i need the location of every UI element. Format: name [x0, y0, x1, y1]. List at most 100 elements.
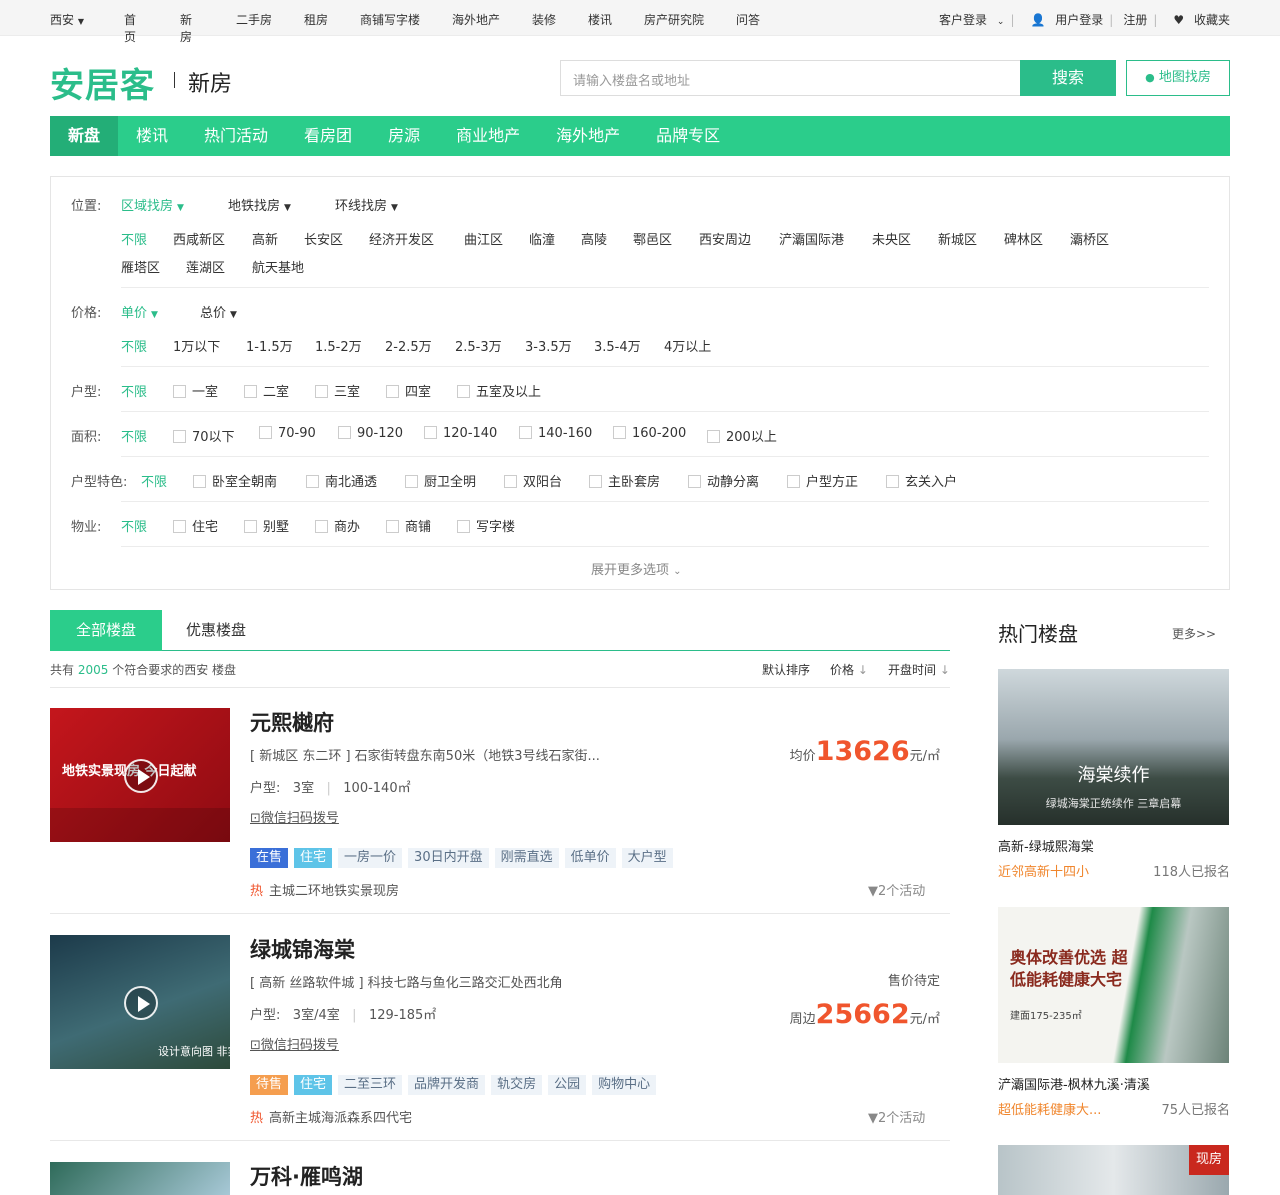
property-checkbox[interactable]: 别墅	[244, 516, 289, 535]
top-nav-home[interactable]: 首页	[124, 11, 136, 45]
district-option[interactable]: 新城区	[938, 229, 977, 248]
hot-listing-image[interactable]: 现房	[998, 1145, 1229, 1195]
user-login-link[interactable]: 👤 用户登录	[1024, 11, 1103, 28]
price-option[interactable]: 1.5-2万	[315, 336, 362, 355]
wechat-call-link[interactable]: ⊡微信扫码拨号	[250, 807, 339, 826]
top-nav-overseas[interactable]: 海外地产	[452, 11, 500, 28]
property-checkbox[interactable]: 写字楼	[457, 516, 515, 535]
main-nav-newdisc[interactable]: 新盘	[50, 116, 119, 156]
main-nav-news[interactable]: 楼讯	[118, 116, 186, 156]
main-nav-overseas[interactable]: 海外地产	[538, 116, 638, 156]
layout-checkbox[interactable]: 二室	[244, 381, 289, 400]
top-nav-rent[interactable]: 租房	[304, 11, 328, 28]
district-option[interactable]: 不限	[121, 229, 147, 248]
main-nav-tour[interactable]: 看房团	[286, 116, 370, 156]
property-checkbox[interactable]: 商办	[315, 516, 360, 535]
district-option[interactable]: 长安区	[304, 229, 343, 248]
price-option[interactable]: 2.5-3万	[455, 336, 502, 355]
hot-listing-image[interactable]: 奥体改善优选 超低能耗健康大宅 建面175-235㎡	[998, 907, 1229, 1063]
district-option[interactable]: 西安周边	[699, 229, 751, 248]
area-checkbox[interactable]: 200以上	[707, 426, 777, 445]
price-option[interactable]: 3.5-4万	[594, 336, 641, 355]
price-mode-total[interactable]: 总价 ▼	[200, 302, 237, 321]
price-option[interactable]: 1万以下	[173, 336, 220, 355]
top-nav-secondhand[interactable]: 二手房	[236, 11, 272, 28]
top-nav-news[interactable]: 楼讯	[588, 11, 612, 28]
district-option[interactable]: 雁塔区	[121, 257, 160, 276]
top-nav-newhouse[interactable]: 新房	[180, 11, 192, 45]
area-checkbox[interactable]: 70以下	[173, 426, 235, 445]
district-option[interactable]: 莲湖区	[186, 257, 225, 276]
area-checkbox[interactable]: 160-200	[613, 426, 686, 441]
district-option[interactable]: 航天基地	[252, 257, 304, 276]
main-nav-events[interactable]: 热门活动	[186, 116, 286, 156]
activities-toggle[interactable]: ▼2个活动	[868, 880, 925, 899]
map-search-button[interactable]: ● 地图找房	[1126, 60, 1230, 96]
search-input[interactable]: 请输入楼盘名或地址	[560, 60, 1020, 96]
area-checkbox[interactable]: 90-120	[338, 426, 403, 441]
area-option-all[interactable]: 不限	[121, 426, 147, 445]
layout-checkbox[interactable]: 三室	[315, 381, 360, 400]
sort-default[interactable]: 默认排序	[762, 661, 810, 678]
layout-checkbox[interactable]: 四室	[386, 381, 431, 400]
main-nav-commercial[interactable]: 商业地产	[438, 116, 538, 156]
features-checkbox[interactable]: 卧室全朝南	[193, 471, 277, 490]
area-checkbox[interactable]: 120-140	[424, 426, 497, 441]
layout-checkbox[interactable]: 一室	[173, 381, 218, 400]
price-mode-unit[interactable]: 单价 ▼	[121, 302, 158, 321]
wechat-call-link[interactable]: ⊡微信扫码拨号	[250, 1034, 339, 1053]
district-option[interactable]: 曲江区	[464, 229, 503, 248]
site-logo[interactable]: 安居客	[50, 58, 155, 107]
features-checkbox[interactable]: 厨卫全明	[405, 471, 476, 490]
features-checkbox[interactable]: 玄关入户	[886, 471, 957, 490]
layout-checkbox[interactable]: 五室及以上	[457, 381, 541, 400]
play-icon[interactable]	[124, 986, 158, 1020]
main-nav-listings[interactable]: 房源	[370, 116, 438, 156]
price-option[interactable]: 4万以上	[664, 336, 711, 355]
price-option[interactable]: 1-1.5万	[246, 336, 293, 355]
play-icon[interactable]	[124, 759, 158, 793]
tab-all-listings[interactable]: 全部楼盘	[50, 610, 162, 651]
property-option-all[interactable]: 不限	[121, 516, 147, 535]
listing-title[interactable]: 元熙樾府	[250, 707, 334, 737]
hot-listing-name[interactable]: 浐灞国际港-枫林九溪·清溪	[998, 1074, 1150, 1093]
register-link[interactable]: 注册	[1123, 11, 1147, 28]
location-mode-metro[interactable]: 地铁找房 ▼	[228, 195, 291, 214]
layout-option-all[interactable]: 不限	[121, 381, 147, 400]
sort-open-time[interactable]: 开盘时间 ↓	[888, 661, 950, 678]
listing-thumbnail[interactable]: 地铁实景现房 今日起献	[50, 708, 230, 842]
hot-listing-image[interactable]: 海棠续作 绿城海棠正统续作 三章启幕	[998, 669, 1229, 825]
area-checkbox[interactable]: 140-160	[519, 426, 592, 441]
search-button[interactable]: 搜索	[1020, 60, 1116, 96]
tab-discount-listings[interactable]: 优惠楼盘	[186, 610, 246, 651]
location-mode-ring[interactable]: 环线找房 ▼	[335, 195, 398, 214]
main-nav-brand[interactable]: 品牌专区	[638, 116, 738, 156]
district-option[interactable]: 未央区	[872, 229, 911, 248]
activities-toggle[interactable]: ▼2个活动	[868, 1107, 925, 1126]
favorites-link[interactable]: ♥ 收藏夹	[1167, 11, 1230, 28]
district-option[interactable]: 碑林区	[1004, 229, 1043, 248]
features-checkbox[interactable]: 动静分离	[688, 471, 759, 490]
top-nav-qa[interactable]: 问答	[736, 11, 760, 28]
listing-title[interactable]: 万科·雁鸣湖	[250, 1161, 363, 1191]
city-selector[interactable]: 西安 ▼	[50, 11, 84, 28]
expand-more-options[interactable]: 展开更多选项 ⌄	[591, 559, 682, 578]
listing-title[interactable]: 绿城锦海棠	[250, 934, 355, 964]
top-nav-research[interactable]: 房产研究院	[644, 11, 704, 28]
price-option[interactable]: 不限	[121, 336, 147, 355]
district-option[interactable]: 西咸新区	[173, 229, 225, 248]
district-option[interactable]: 临潼	[529, 229, 555, 248]
location-mode-area[interactable]: 区域找房 ▼	[121, 195, 184, 214]
features-option-all[interactable]: 不限	[141, 471, 167, 490]
hot-listing-name[interactable]: 高新-绿城熙海棠	[998, 836, 1094, 855]
property-checkbox[interactable]: 商铺	[386, 516, 431, 535]
features-checkbox[interactable]: 主卧套房	[589, 471, 660, 490]
area-checkbox[interactable]: 70-90	[259, 426, 316, 441]
hot-listings-more[interactable]: 更多>>	[1172, 625, 1216, 642]
listing-thumbnail[interactable]	[50, 1162, 230, 1195]
top-nav-decoration[interactable]: 装修	[532, 11, 556, 28]
features-checkbox[interactable]: 双阳台	[504, 471, 562, 490]
property-checkbox[interactable]: 住宅	[173, 516, 218, 535]
district-option[interactable]: 经济开发区	[369, 229, 434, 248]
listing-thumbnail[interactable]: 设计意向图 非实	[50, 935, 230, 1069]
